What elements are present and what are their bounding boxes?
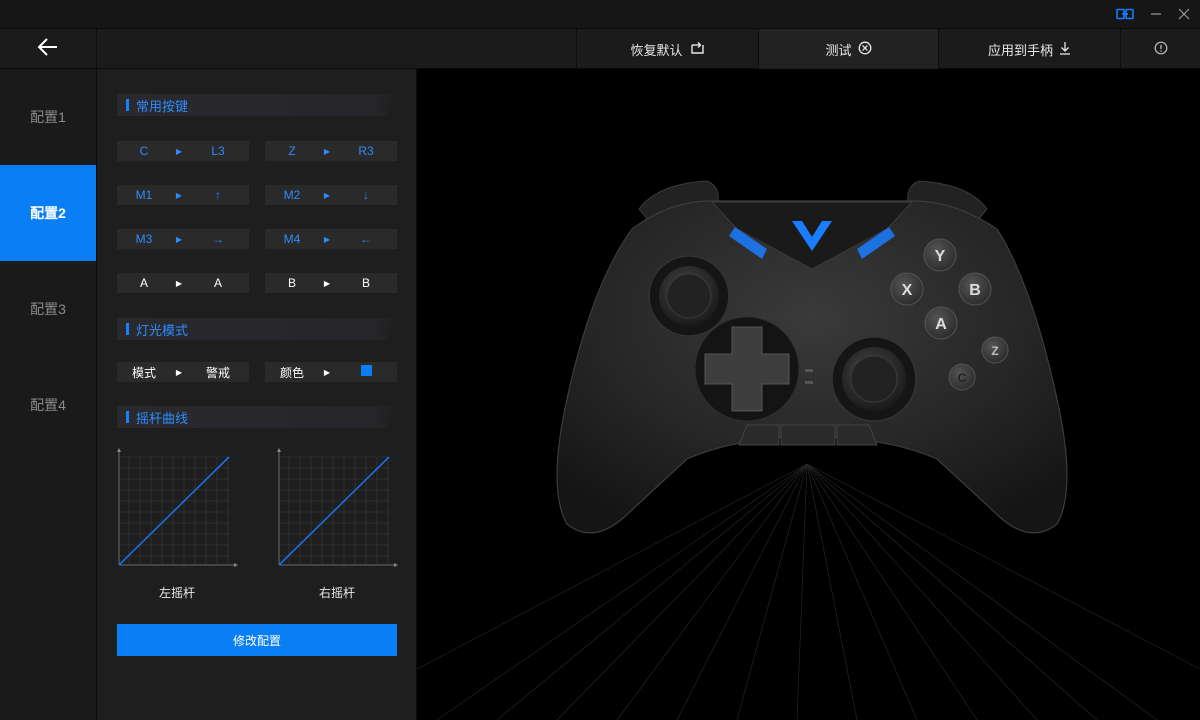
controller-button-c: C xyxy=(958,371,967,385)
restore-default-button[interactable]: 恢复默认 xyxy=(576,29,758,69)
mapping-target: A xyxy=(213,276,222,290)
mapping-source: Z xyxy=(288,144,296,158)
right-stick-label: 右摇杆 xyxy=(318,586,355,600)
arrow-right-icon: → xyxy=(212,232,224,246)
test-icon xyxy=(858,41,872,58)
modify-config-button[interactable]: 修改配置 xyxy=(117,624,397,656)
link-icon[interactable] xyxy=(1114,4,1136,24)
download-icon xyxy=(1059,41,1071,58)
light-mode-select[interactable]: 模式 ▶ 警戒 xyxy=(117,362,249,382)
test-label: 测试 xyxy=(825,42,852,58)
test-button[interactable]: 测试 xyxy=(758,29,938,69)
caret-right-icon: ▶ xyxy=(175,234,183,244)
info-button[interactable] xyxy=(1120,29,1200,69)
sidebar-item-config-4[interactable]: 配置4 xyxy=(0,357,96,453)
restore-icon xyxy=(689,41,705,58)
arrow-left-icon xyxy=(37,37,59,61)
caret-right-icon: ▶ xyxy=(323,190,331,200)
mapping-source: M4 xyxy=(283,232,301,246)
close-icon[interactable] xyxy=(1173,4,1195,24)
light-mode-label: 模式 xyxy=(131,365,156,380)
restore-default-label: 恢复默认 xyxy=(630,42,683,58)
key-mapping-m1[interactable]: M1 ▶ ↑ xyxy=(117,185,249,205)
mapping-source: A xyxy=(139,276,148,290)
sidebar-item-config-3[interactable]: 配置3 xyxy=(0,261,96,357)
controller-preview: Y X B A Z C xyxy=(417,69,1200,720)
mapping-target: B xyxy=(361,276,370,290)
apply-label: 应用到手柄 xyxy=(987,42,1053,58)
section-title: 灯光模式 xyxy=(136,322,189,338)
right-stick-curve-graph[interactable] xyxy=(275,447,399,571)
gamepad-image: Y X B A Z C xyxy=(417,180,1200,720)
key-mapping-c[interactable]: C ▶ L3 xyxy=(117,141,249,161)
top-bar: 恢复默认 测试 应用到手柄 xyxy=(0,28,1200,69)
key-mapping-b[interactable]: B ▶ B xyxy=(265,273,397,293)
controller-button-a: A xyxy=(935,316,947,333)
arrow-up-icon: ↑ xyxy=(215,188,221,202)
key-mapping-m4[interactable]: M4 ▶ ← xyxy=(265,229,397,249)
mapping-source: B xyxy=(287,276,296,290)
mapping-source: C xyxy=(139,144,149,158)
mapping-target: L3 xyxy=(211,144,225,158)
caret-right-icon: ▶ xyxy=(175,278,183,288)
light-color-select[interactable]: 颜色 ▶ xyxy=(265,362,397,382)
controller-button-y: Y xyxy=(935,248,946,265)
key-mapping-m3[interactable]: M3 ▶ → xyxy=(117,229,249,249)
controller-button-z: Z xyxy=(991,344,998,358)
config-panel: 常用按键 C ▶ L3 Z ▶ R3 M1 ▶ ↑ M2 ▶ ↓ M3 ▶ → … xyxy=(97,69,417,720)
mapping-source: M3 xyxy=(135,232,153,246)
mapping-source: M1 xyxy=(135,188,153,202)
arrow-down-icon: ↓ xyxy=(363,188,369,202)
config-sidebar: 配置1 配置2 配置3 配置4 xyxy=(0,69,97,720)
section-header-light-mode: 灯光模式 xyxy=(117,318,397,340)
controller-button-b: B xyxy=(969,282,981,299)
info-icon xyxy=(1154,41,1168,58)
light-mode-value: 警戒 xyxy=(205,365,230,380)
caret-right-icon: ▶ xyxy=(323,278,331,288)
title-bar xyxy=(0,0,1200,28)
sidebar-item-config-2[interactable]: 配置2 xyxy=(0,165,96,261)
sidebar-item-config-1[interactable]: 配置1 xyxy=(0,69,96,165)
caret-right-icon: ▶ xyxy=(323,234,331,244)
back-button[interactable] xyxy=(0,29,97,69)
mapping-source: M2 xyxy=(283,188,301,202)
arrow-left-icon: ← xyxy=(360,232,372,246)
light-color-label: 颜色 xyxy=(279,365,304,380)
left-stick-label: 左摇杆 xyxy=(158,586,195,600)
left-stick-curve-graph[interactable] xyxy=(115,447,239,571)
caret-right-icon: ▶ xyxy=(175,367,183,377)
section-header-stick-curve: 摇杆曲线 xyxy=(117,406,397,428)
section-title: 常用按键 xyxy=(136,98,189,114)
light-color-swatch xyxy=(335,365,397,379)
minimize-icon[interactable] xyxy=(1145,4,1167,24)
key-mapping-z[interactable]: Z ▶ R3 xyxy=(265,141,397,161)
key-mapping-m2[interactable]: M2 ▶ ↓ xyxy=(265,185,397,205)
caret-right-icon: ▶ xyxy=(175,190,183,200)
apply-to-controller-button[interactable]: 应用到手柄 xyxy=(938,29,1120,69)
key-mapping-a[interactable]: A ▶ A xyxy=(117,273,249,293)
section-header-common-keys: 常用按键 xyxy=(117,94,397,116)
caret-right-icon: ▶ xyxy=(323,146,331,156)
caret-right-icon: ▶ xyxy=(175,146,183,156)
caret-right-icon: ▶ xyxy=(323,367,331,377)
controller-button-x: X xyxy=(902,282,913,299)
section-title: 摇杆曲线 xyxy=(136,410,189,426)
mapping-target: R3 xyxy=(358,144,374,158)
